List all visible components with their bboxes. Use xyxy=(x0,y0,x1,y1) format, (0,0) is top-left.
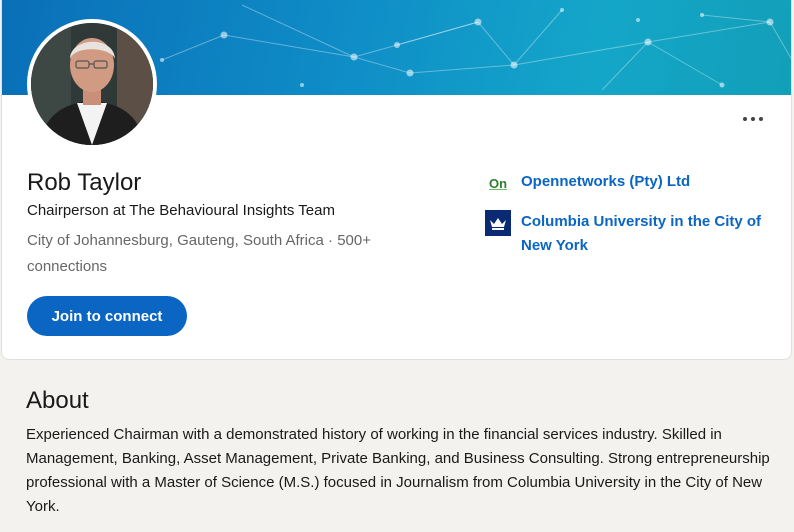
affiliation-company-name[interactable]: Opennetworks (Pty) Ltd xyxy=(521,170,773,194)
profile-page: Rob Taylor Chairperson at The Behavioura… xyxy=(0,0,794,532)
location-line: City of Johannesburg, Gauteng, South Afr… xyxy=(27,228,427,280)
opennetworks-logo-text: On xyxy=(488,175,508,191)
about-text: Experienced Chairman with a demonstrated… xyxy=(26,426,770,515)
about-heading: About xyxy=(26,387,89,414)
more-dot-icon xyxy=(759,117,763,121)
join-to-connect-button[interactable]: Join to connect xyxy=(27,296,187,336)
more-actions-button[interactable] xyxy=(739,108,767,130)
avatar[interactable] xyxy=(27,19,157,149)
affiliation-company[interactable]: On Opennetworks (Pty) Ltd xyxy=(485,170,773,196)
affiliation-education[interactable]: Columbia University in the City of New Y… xyxy=(485,210,773,258)
profile-headline: Chairperson at The Behavioural Insights … xyxy=(27,202,335,219)
profile-card: Rob Taylor Chairperson at The Behavioura… xyxy=(1,0,792,360)
more-dot-icon xyxy=(743,117,747,121)
affiliation-school-name[interactable]: Columbia University in the City of New Y… xyxy=(521,210,773,258)
columbia-crown-logo-icon xyxy=(485,210,511,236)
more-dot-icon xyxy=(751,117,755,121)
crown-icon xyxy=(490,218,506,230)
separator-dot: · xyxy=(328,232,334,249)
profile-name: Rob Taylor xyxy=(27,169,142,196)
profile-photo xyxy=(31,23,153,145)
opennetworks-logo-icon: On xyxy=(485,170,511,196)
profile-location: City of Johannesburg, Gauteng, South Afr… xyxy=(27,232,324,249)
